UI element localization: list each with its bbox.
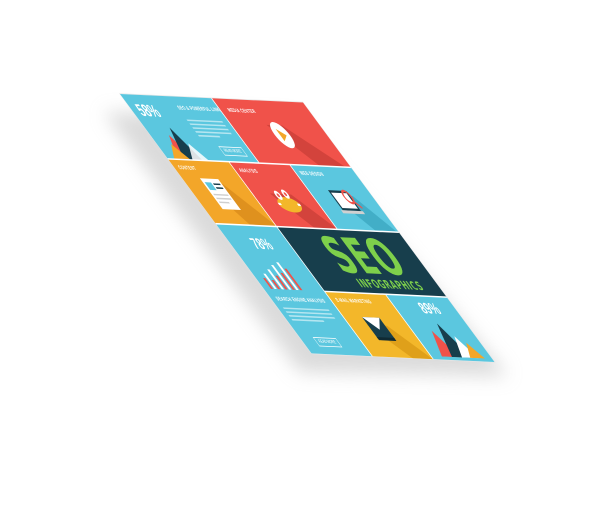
tile-title: ANALYSIS [237,168,260,175]
tile-title: SEARCH ENGINE ANALYSIS [274,296,328,305]
read-more-button[interactable]: READ MORE [218,146,249,157]
infographic-stage: 58% SEO & POWERFUL LINKS READ MORE MEDIA… [0,0,614,532]
read-more-button[interactable]: READ MORE [312,337,343,348]
text-lines [282,307,340,325]
tile-title: MEDIA CENTER [226,107,258,115]
percent-78: 78% [246,235,278,254]
percent-89: 89% [414,300,446,318]
tile-title: CONTENT [177,165,199,172]
tile-title: E-MAIL MARKETING [334,297,374,305]
tile-title: WEB DESIGN [298,170,326,178]
infographics-subheading: INFOGRAPHICS [353,276,428,294]
